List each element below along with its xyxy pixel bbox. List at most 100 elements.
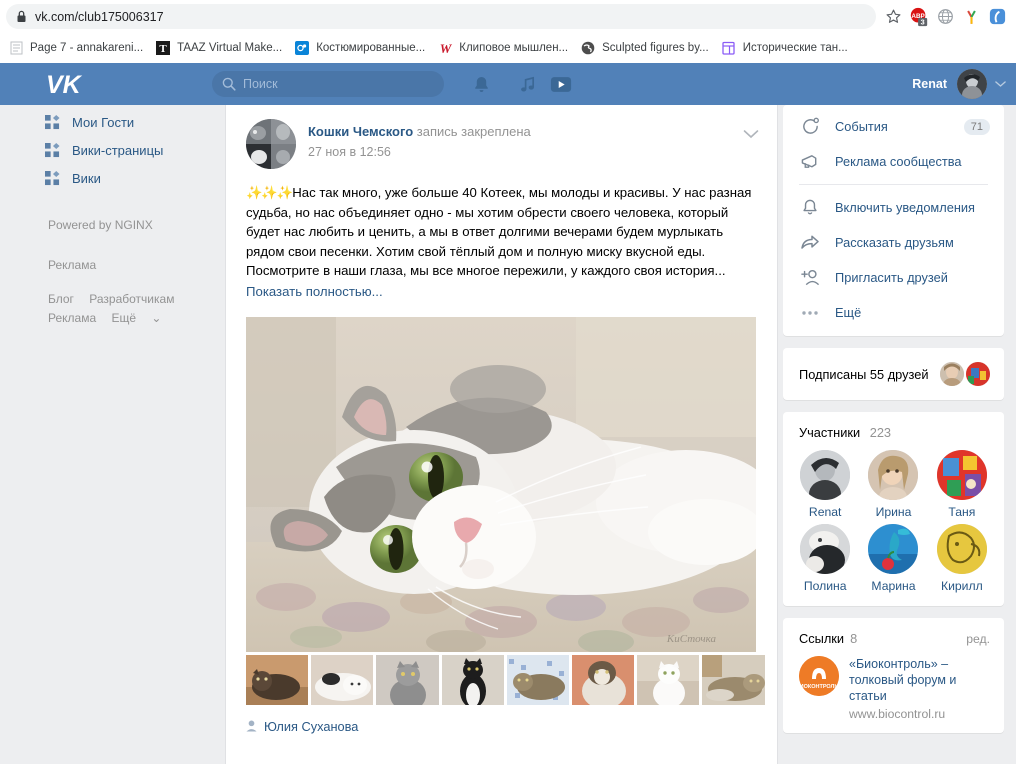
- share-arrow-icon: [799, 232, 821, 254]
- links-edit-button[interactable]: ред.: [966, 632, 990, 646]
- member-avatar-kirill[interactable]: [936, 524, 987, 574]
- action-tell-friends[interactable]: Рассказать друзьям: [783, 225, 1004, 260]
- footer-link-more[interactable]: Ещё: [111, 311, 136, 325]
- bookmark-item[interactable]: W Клиповое мышлен...: [431, 38, 574, 58]
- member-item[interactable]: Ирина: [859, 450, 927, 519]
- group-actions-card: События 71 Реклама сообщества Включить у…: [783, 105, 1004, 336]
- members-title[interactable]: Участники: [799, 425, 860, 440]
- fluffy-calico-cat-thumb[interactable]: [571, 654, 635, 705]
- vk-logo[interactable]: VK: [44, 71, 90, 98]
- black-and-white-cat-thumb[interactable]: [441, 654, 504, 705]
- action-label: Реклама сообщества: [835, 154, 962, 169]
- post-body: Нас так много, уже больше 40 Котеек, мы …: [246, 185, 752, 278]
- subscribed-friends-label: Подписаны 55 друзей: [799, 366, 929, 382]
- member-avatar-renat[interactable]: [800, 450, 851, 500]
- svg-text:ИОКОНТРОЛЬ: ИОКОНТРОЛЬ: [800, 684, 839, 690]
- action-enable-notifications[interactable]: Включить уведомления: [783, 190, 1004, 225]
- search-placeholder: Поиск: [243, 77, 278, 91]
- sidebar-item-wiki-pages[interactable]: Вики-страницы: [0, 136, 225, 164]
- links-title[interactable]: Ссылки: [799, 631, 844, 646]
- link-item[interactable]: ИОКОНТРОЛЬ «Биоконтроль» – толковый фору…: [783, 656, 1004, 721]
- action-more[interactable]: Ещё: [783, 295, 1004, 330]
- chevron-down-icon[interactable]: [743, 129, 759, 139]
- sidebar-item-wiki[interactable]: Вики: [0, 164, 225, 192]
- show-more-link[interactable]: Показать полностью...: [246, 284, 757, 299]
- member-avatar-polina[interactable]: [800, 524, 851, 574]
- member-item[interactable]: Таня: [928, 450, 996, 519]
- page-body: Мои Гости Вики-страницы Вики Powered by …: [0, 105, 1016, 764]
- member-avatar-marina[interactable]: [868, 524, 919, 574]
- footer-link-ads[interactable]: Реклама: [48, 311, 96, 325]
- member-item[interactable]: Марина: [859, 524, 927, 593]
- links-header: Ссылки 8 ред.: [783, 631, 1004, 656]
- chevron-down-icon[interactable]: [995, 80, 1006, 88]
- post-pinned-note: запись закреплена: [413, 124, 531, 139]
- post-signature[interactable]: Юлия Суханова: [246, 719, 757, 734]
- member-name: Кирилл: [940, 579, 983, 593]
- browser-chrome: vk.com/club175006317 ABP 3 Page 7 - anna…: [0, 0, 1016, 63]
- post-author[interactable]: Кошки Чемского: [308, 124, 413, 139]
- friend-avatar-1[interactable]: [940, 362, 964, 386]
- tabby-cat-on-blanket-thumb[interactable]: [506, 654, 569, 705]
- browser-profile-icon[interactable]: [984, 4, 1010, 30]
- link-title[interactable]: «Биоконтроль» – толковый форум и статьи: [849, 656, 990, 704]
- video-play-icon[interactable]: [548, 71, 574, 97]
- bookmark-item[interactable]: Костюмированные...: [288, 38, 431, 58]
- subscribed-friends-card[interactable]: Подписаны 55 друзей: [783, 348, 1004, 400]
- yandex-extension-icon[interactable]: [958, 4, 984, 30]
- footer-link-developers[interactable]: Разработчикам: [89, 292, 174, 306]
- bookmark-star-icon[interactable]: [880, 4, 906, 30]
- bookmark-item[interactable]: Исторические тан...: [715, 38, 854, 58]
- page-icon: [8, 40, 24, 56]
- signature-name[interactable]: Юлия Суханова: [264, 719, 358, 734]
- footer-links: Блог Разработчикам Реклама Ещё ⌄: [48, 290, 225, 328]
- post: Кошки Чемского запись закреплена 27 ноя …: [226, 105, 777, 734]
- white-cat-lying-thumb[interactable]: [311, 654, 374, 705]
- sidebar-item-my-guests[interactable]: Мои Гости: [0, 108, 225, 136]
- link-body: «Биоконтроль» – толковый форум и статьи …: [849, 656, 990, 721]
- footer-link-blog[interactable]: Блог: [48, 292, 74, 306]
- member-item[interactable]: Renat: [791, 450, 859, 519]
- links-card: Ссылки 8 ред. ИОКОНТРОЛЬ «Биоконтроль» –…: [783, 618, 1004, 733]
- action-community-ads[interactable]: Реклама сообщества: [783, 144, 1004, 179]
- tabby-cat-stretching-thumb[interactable]: [702, 654, 765, 705]
- chevron-down-icon[interactable]: ⌄: [151, 311, 161, 325]
- bookmark-item[interactable]: Page 7 - annakareni...: [2, 38, 149, 58]
- search-input[interactable]: Поиск: [212, 71, 444, 97]
- apps-grid-icon: [44, 114, 60, 130]
- post-photo[interactable]: КиСточка: [246, 316, 756, 652]
- divider: [799, 184, 988, 185]
- bell-outline-icon: [799, 197, 821, 219]
- user-menu[interactable]: Renat: [912, 69, 1006, 99]
- bookmark-label: Клиповое мышлен...: [459, 42, 569, 54]
- bookmark-item[interactable]: Sculpted figures by...: [574, 38, 715, 58]
- link-url: www.biocontrol.ru: [849, 707, 946, 721]
- add-person-icon: [799, 267, 821, 289]
- member-avatar-irina[interactable]: [868, 450, 919, 500]
- member-item[interactable]: Полина: [791, 524, 859, 593]
- post-date[interactable]: 27 ноя в 12:56: [308, 145, 757, 159]
- group-avatar[interactable]: [246, 119, 296, 169]
- friend-avatar-2[interactable]: [966, 362, 990, 386]
- white-cat-sitting-thumb[interactable]: [637, 654, 700, 705]
- music-note-icon[interactable]: [514, 71, 540, 97]
- globe-extension-icon[interactable]: [932, 4, 958, 30]
- bookmark-item[interactable]: T TAAZ Virtual Make...: [149, 38, 288, 58]
- action-label: Ещё: [835, 305, 862, 320]
- apps-grid-icon: [44, 142, 60, 158]
- adblock-plus-icon[interactable]: ABP 3: [906, 4, 932, 30]
- svg-text:VK: VK: [46, 71, 83, 98]
- member-name: Марина: [871, 579, 916, 593]
- avatar[interactable]: [957, 69, 987, 99]
- address-bar[interactable]: vk.com/club175006317: [6, 4, 876, 29]
- member-item[interactable]: Кирилл: [928, 524, 996, 593]
- member-avatar-tanya[interactable]: [936, 450, 987, 500]
- bookmark-label: Page 7 - annakareni...: [30, 42, 144, 54]
- action-events[interactable]: События 71: [783, 109, 1004, 144]
- taaz-t-icon: T: [155, 40, 171, 56]
- action-invite-friends[interactable]: Пригласить друзей: [783, 260, 1004, 295]
- members-card: Участники 223 Renat Ирина Таня Полина Ма…: [783, 412, 1004, 606]
- grey-tabby-sitting-thumb[interactable]: [376, 654, 439, 705]
- bell-icon[interactable]: [468, 71, 494, 97]
- tortoiseshell-cat-thumb[interactable]: [246, 654, 309, 705]
